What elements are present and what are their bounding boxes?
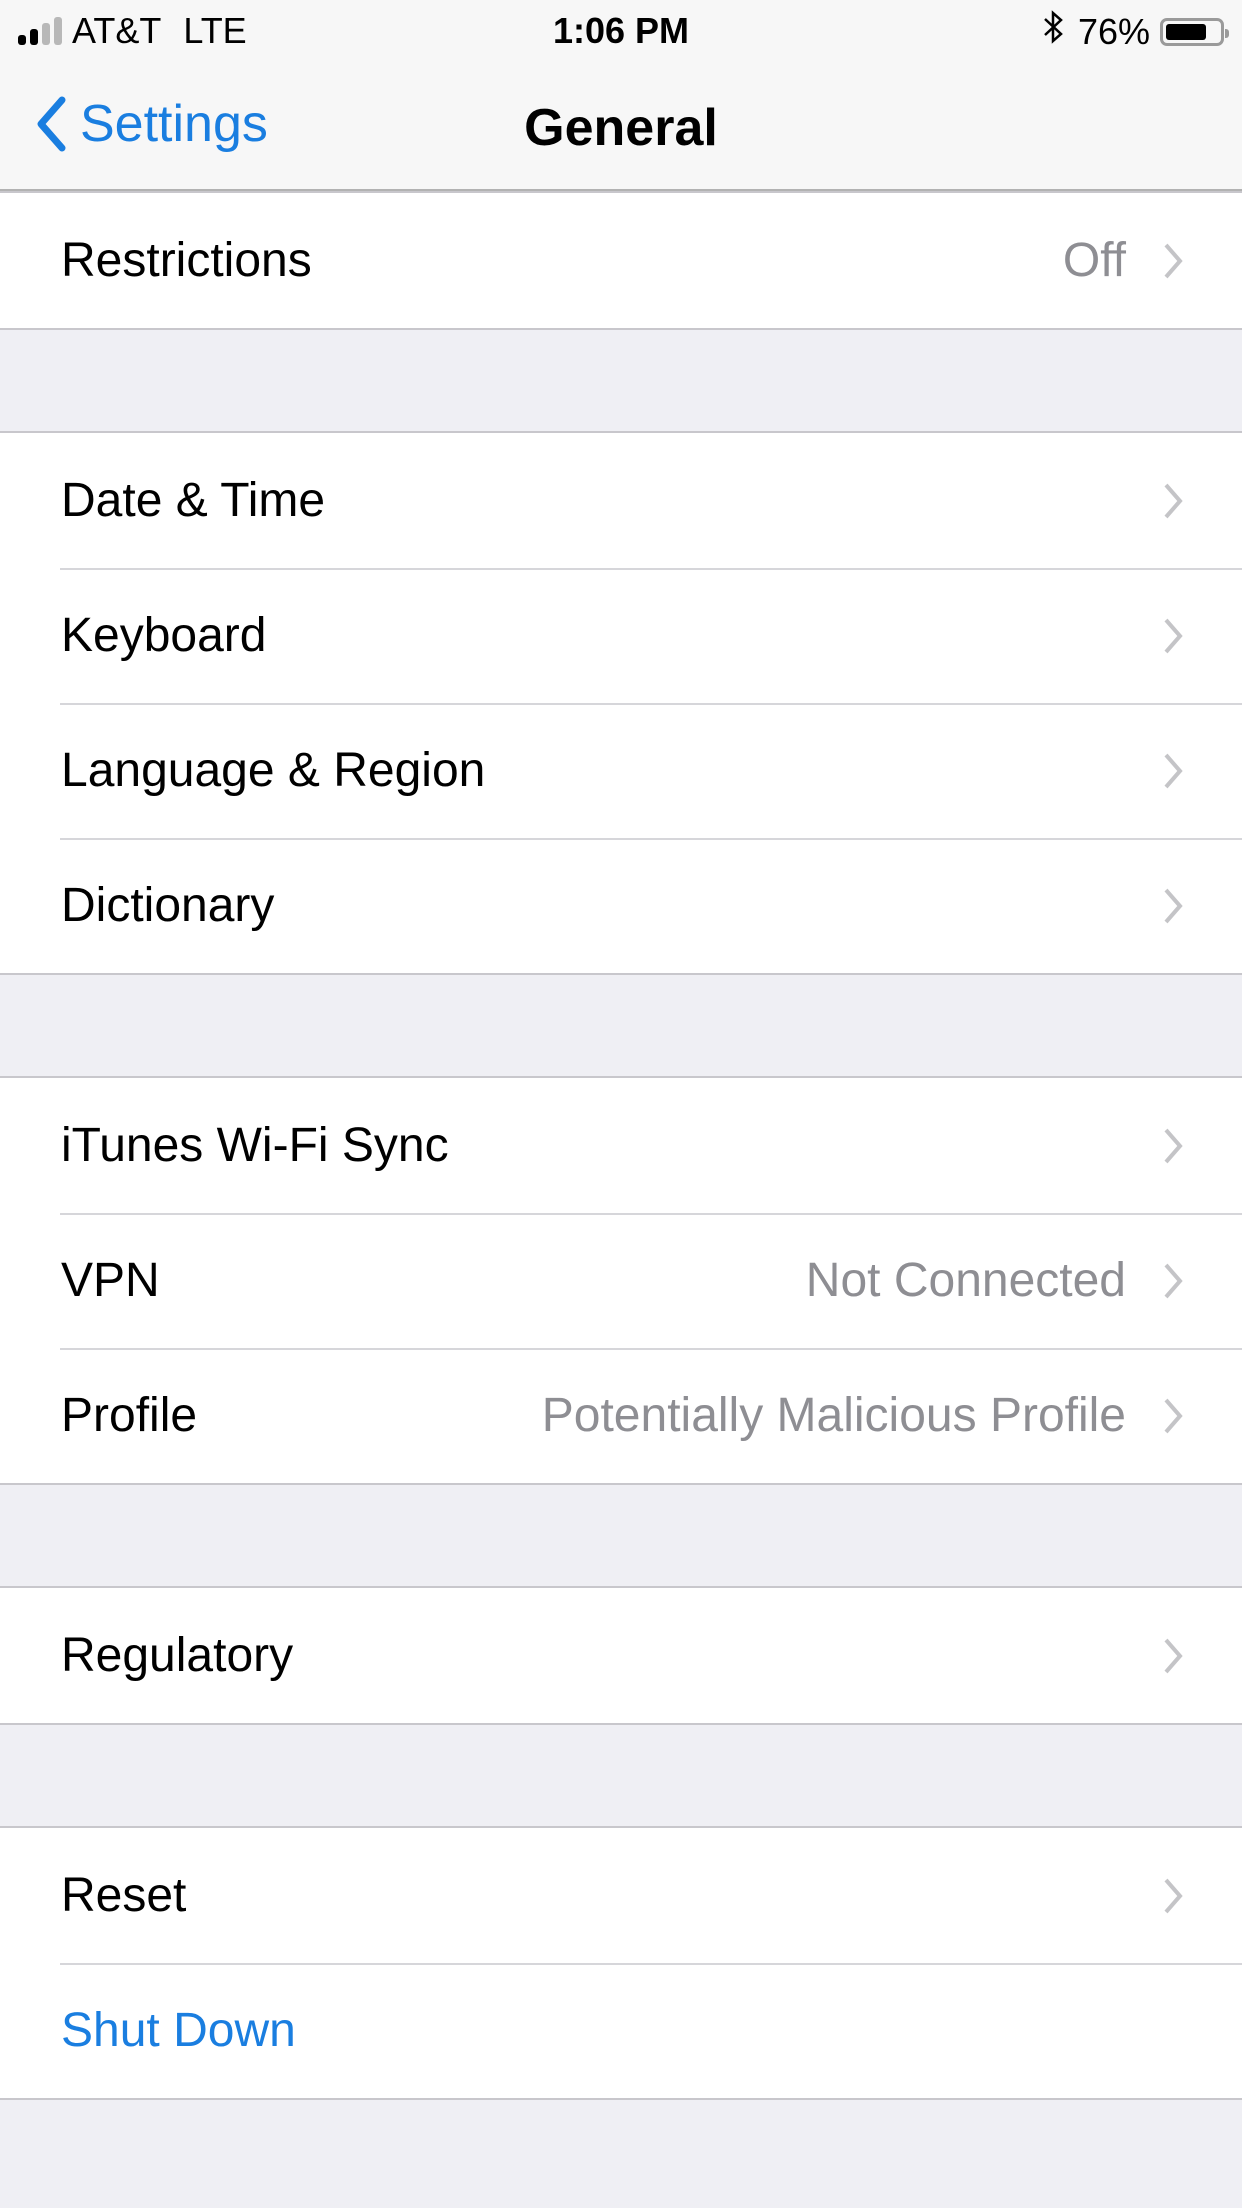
chevron-right-icon (1164, 1638, 1183, 1673)
row-vpn[interactable]: VPN Not Connected (0, 1213, 1242, 1348)
row-label: Language & Region (61, 744, 486, 797)
row-profile[interactable]: Profile Potentially Malicious Profile (0, 1348, 1242, 1483)
chevron-right-icon (1164, 483, 1183, 518)
row-label: Date & Time (61, 474, 326, 527)
back-label: Settings (80, 95, 268, 153)
chevron-right-icon (1164, 888, 1183, 923)
row-regulatory[interactable]: Regulatory (0, 1588, 1242, 1723)
chevron-right-icon (1164, 243, 1183, 278)
row-value: Not Connected (805, 1254, 1126, 1307)
battery-icon (1160, 17, 1229, 46)
row-reset[interactable]: Reset (0, 1828, 1242, 1963)
row-label: Dictionary (61, 879, 275, 932)
row-label: Profile (61, 1389, 198, 1442)
row-label: Regulatory (61, 1629, 294, 1682)
row-label: Shut Down (61, 2004, 296, 2057)
chevron-right-icon (1164, 1263, 1183, 1298)
chevron-right-icon (1164, 1878, 1183, 1913)
navigation-bar: Settings General (0, 62, 1242, 191)
group-regulatory: Regulatory (0, 1586, 1242, 1725)
chevron-right-icon (1164, 618, 1183, 653)
status-right: 76% (1042, 10, 1229, 53)
chevron-right-icon (1164, 753, 1183, 788)
row-label: iTunes Wi-Fi Sync (61, 1119, 449, 1172)
row-itunes-wifi-sync[interactable]: iTunes Wi-Fi Sync (0, 1078, 1242, 1213)
chevron-right-icon (1164, 1128, 1183, 1163)
row-keyboard[interactable]: Keyboard (0, 568, 1242, 703)
battery-percent: 76% (1077, 10, 1150, 52)
group-reset: Reset Shut Down (0, 1826, 1242, 2100)
row-label: VPN (61, 1254, 160, 1307)
row-value: Potentially Malicious Profile (541, 1389, 1126, 1442)
battery-fill (1166, 23, 1206, 40)
chevron-right-icon (1164, 1398, 1183, 1433)
group-restrictions: Restrictions Off (0, 191, 1242, 330)
bluetooth-icon (1042, 10, 1064, 53)
status-bar: AT&T LTE 1:06 PM 76% (0, 0, 1242, 62)
group-locale: Date & Time Keyboard Language & Region D… (0, 431, 1242, 975)
chevron-left-icon (37, 96, 66, 152)
back-button[interactable]: Settings (36, 94, 268, 154)
row-label: Restrictions (61, 234, 312, 287)
row-value: Off (1062, 234, 1126, 287)
row-label: Reset (61, 1869, 187, 1922)
shut-down-button[interactable]: Shut Down (0, 1963, 1242, 2098)
row-restrictions[interactable]: Restrictions Off (0, 193, 1242, 328)
row-language-region[interactable]: Language & Region (0, 703, 1242, 838)
group-connectivity: iTunes Wi-Fi Sync VPN Not Connected Prof… (0, 1076, 1242, 1485)
row-label: Keyboard (61, 609, 267, 662)
row-date-time[interactable]: Date & Time (0, 433, 1242, 568)
row-dictionary[interactable]: Dictionary (0, 838, 1242, 973)
